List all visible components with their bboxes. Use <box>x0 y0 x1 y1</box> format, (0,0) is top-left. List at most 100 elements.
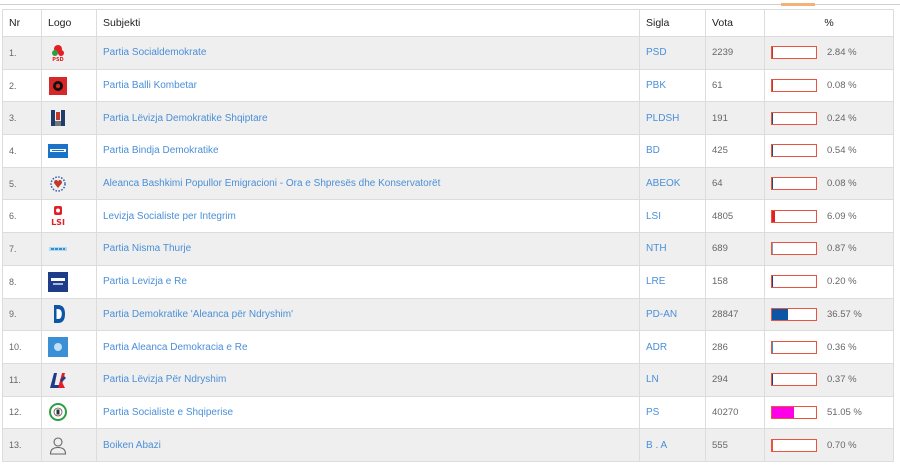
acronym-link[interactable]: ABEOK <box>639 166 706 201</box>
header-sigla[interactable]: Sigla <box>639 9 706 37</box>
acronym-link[interactable]: BD <box>639 134 706 168</box>
percent-cell: 0.08 % <box>764 68 894 103</box>
percent-value: 51.05 % <box>827 406 862 418</box>
acronym-link[interactable]: LN <box>639 362 706 397</box>
vote-count: 2239 <box>705 36 765 70</box>
subject-link[interactable]: Partia Demokratike 'Aleanca për Ndryshim… <box>96 297 640 332</box>
logo-cell <box>41 330 97 364</box>
percent-bar-fill <box>772 47 774 59</box>
acronym-link[interactable]: B . A <box>639 428 706 462</box>
subject-link[interactable]: Levizja Socialiste per Integrim <box>96 199 640 234</box>
percent-bar-fill <box>772 112 773 124</box>
subject-link[interactable]: Partia Socialiste e Shqiperise <box>96 395 640 430</box>
acronym-link[interactable]: PSD <box>639 36 706 70</box>
percent-bar <box>771 177 817 191</box>
percent-value: 0.70 % <box>827 439 857 451</box>
row-number: 3. <box>2 101 42 136</box>
top-divider <box>0 4 900 5</box>
logo-cell <box>41 428 97 462</box>
person-icon <box>48 435 68 455</box>
vote-count: 28847 <box>705 297 765 332</box>
subject-link[interactable]: Partia Lëvizja Për Ndryshim <box>96 362 640 397</box>
logo-cell <box>41 101 97 136</box>
vote-count: 61 <box>705 68 765 103</box>
svg-text:LSI: LSI <box>51 218 65 226</box>
subject-link[interactable]: Partia Aleanca Demokracia e Re <box>96 330 640 364</box>
percent-bar-fill <box>772 308 789 320</box>
percent-cell: 36.57 % <box>764 297 894 332</box>
percent-bar <box>771 242 817 256</box>
subject-link[interactable]: Partia Nisma Thurje <box>96 232 640 266</box>
percent-bar-fill <box>772 439 773 451</box>
percent-bar <box>771 144 817 158</box>
percent-bar-fill <box>772 210 775 222</box>
percent-bar-fill <box>772 178 773 190</box>
header-nr[interactable]: Nr <box>2 9 42 37</box>
subject-link[interactable]: Aleanca Bashkimi Popullor Emigracioni - … <box>96 166 640 201</box>
acronym-link[interactable]: ADR <box>639 330 706 364</box>
percent-cell: 6.09 % <box>764 199 894 234</box>
lre-logo-icon <box>48 271 68 292</box>
row-number: 2. <box>2 68 42 103</box>
percent-value: 2.84 % <box>827 47 857 59</box>
row-number: 6. <box>2 199 42 234</box>
acronym-link[interactable]: LSI <box>639 199 706 234</box>
subject-link[interactable]: Boiken Abazi <box>96 428 640 462</box>
percent-value: 0.08 % <box>827 178 857 190</box>
acronym-link[interactable]: NTH <box>639 232 706 266</box>
percent-value: 0.20 % <box>827 276 857 288</box>
acronym-link[interactable]: LRE <box>639 264 706 299</box>
row-number: 10. <box>2 330 42 364</box>
psd-logo-icon: PSD <box>48 43 68 63</box>
vote-count: 689 <box>705 232 765 266</box>
percent-bar <box>771 373 817 387</box>
acronym-link[interactable]: PBK <box>639 68 706 103</box>
percent-cell: 0.36 % <box>764 330 894 364</box>
row-number: 8. <box>2 264 42 299</box>
percent-bar <box>771 209 817 223</box>
subject-link[interactable]: Partia Levizja e Re <box>96 264 640 299</box>
row-number: 11. <box>2 362 42 397</box>
vote-count: 286 <box>705 330 765 364</box>
vote-count: 158 <box>705 264 765 299</box>
row-number: 5. <box>2 166 42 201</box>
header-subjekti[interactable]: Subjekti <box>96 9 640 37</box>
header-percent[interactable]: % <box>764 9 894 37</box>
adr-logo-icon <box>48 337 68 358</box>
subject-link[interactable]: Partia Bindja Demokratike <box>96 134 640 168</box>
percent-value: 0.24 % <box>827 112 857 124</box>
subject-link[interactable]: Partia Lëvizja Demokratike Shqiptare <box>96 101 640 136</box>
table-row: 1. PSD Partia Socialdemokrate PSD 2239 2.84 % <box>2 36 894 70</box>
header-vota[interactable]: Vota <box>705 9 765 37</box>
row-number: 7. <box>2 232 42 266</box>
table-header-row: Nr Logo Subjekti Sigla Vota % <box>2 9 894 37</box>
subject-link[interactable]: Partia Balli Kombetar <box>96 68 640 103</box>
top-accent-bar <box>781 3 815 6</box>
percent-value: 0.36 % <box>827 341 857 353</box>
percent-cell: 0.08 % <box>764 166 894 201</box>
percent-bar-fill <box>772 406 795 418</box>
percent-value: 0.87 % <box>827 243 857 255</box>
pbk-logo-icon <box>48 76 68 96</box>
percent-bar <box>771 340 817 354</box>
acronym-link[interactable]: PLDSH <box>639 101 706 136</box>
vote-count: 4805 <box>705 199 765 234</box>
table-row: 11. Partia Lëvizja Për Ndryshim LN 294 0.37 … <box>2 362 894 397</box>
pldsh-logo-icon <box>48 108 68 128</box>
ln-logo-icon <box>48 370 68 390</box>
row-number: 4. <box>2 134 42 168</box>
header-logo[interactable]: Logo <box>41 9 97 37</box>
acronym-link[interactable]: PS <box>639 395 706 430</box>
percent-bar <box>771 405 817 419</box>
table-row: 9. Partia Demokratike 'Aleanca për Ndrysh… <box>2 297 894 332</box>
vote-count: 294 <box>705 362 765 397</box>
subject-link[interactable]: Partia Socialdemokrate <box>96 36 640 70</box>
percent-cell: 0.70 % <box>764 428 894 462</box>
abeok-logo-icon <box>48 174 68 194</box>
lsi-logo-icon: LSI <box>48 206 68 226</box>
percent-bar-fill <box>772 80 773 92</box>
acronym-link[interactable]: PD-AN <box>639 297 706 332</box>
results-table: Nr Logo Subjekti Sigla Vota % 1. PSD Parti… <box>2 9 894 462</box>
table-row: 12. Partia Socialiste e Shqiperise PS 40270… <box>2 395 894 430</box>
table-row: 5. Aleanca Bashkimi Popullor Emigracioni … <box>2 166 894 201</box>
